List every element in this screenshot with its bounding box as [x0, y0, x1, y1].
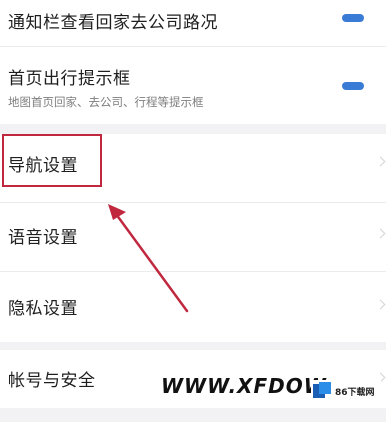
- site-logo-icon: [313, 382, 331, 400]
- settings-screen: 通知栏查看回家去公司路况 首页出行提示框 地图首页回家、去公司、行程等提示框 导…: [0, 0, 386, 422]
- watermark-text: WWW.XFDOW: [161, 374, 327, 398]
- watermark-logo: 86下载网: [311, 380, 381, 402]
- watermark-logo-label: 86下载网: [335, 387, 375, 398]
- pointer-arrow-icon: [108, 204, 189, 313]
